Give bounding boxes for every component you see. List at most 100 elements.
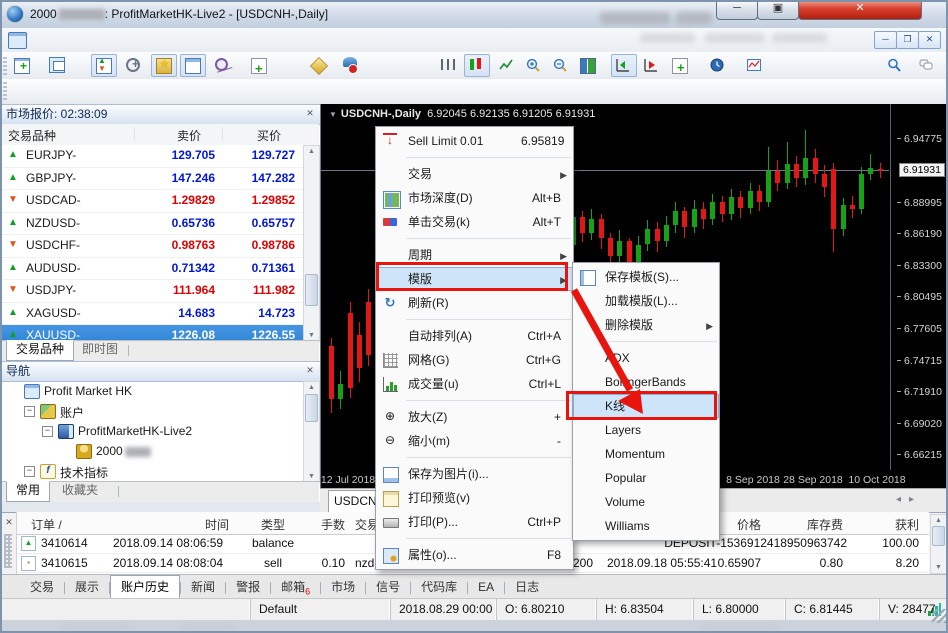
terminal-tab-警报[interactable]: 警报 — [226, 577, 270, 598]
data-window-button[interactable]: + — [121, 54, 147, 77]
ctx-自动排列-A-[interactable]: 自动排列(A)Ctrl+A — [376, 324, 573, 348]
chat-icon[interactable] — [914, 54, 940, 77]
nav-item-fx[interactable]: −f技术指标 — [0, 461, 303, 481]
terminal-tab-市场[interactable]: 市场 — [321, 577, 365, 598]
ctx-缩小-m-[interactable]: ⊖缩小(m)- — [376, 429, 573, 453]
chart-line-button[interactable] — [494, 54, 520, 77]
col-symbol[interactable]: 交易品种 — [8, 127, 56, 144]
tab-favorites[interactable]: 收藏夹 — [52, 482, 108, 501]
market-row-NZDUSD[interactable]: ▲NZDUSD-0.657360.65757 — [0, 213, 303, 236]
chart-bars-button[interactable] — [436, 54, 462, 77]
minimize-button[interactable]: ─ — [716, 0, 758, 20]
col-bid[interactable]: 卖价 — [177, 127, 201, 144]
ctx-刷新-R-[interactable]: ↻刷新(R) — [376, 291, 573, 315]
new-order-button[interactable]: + — [246, 54, 266, 77]
nav-item-group[interactable]: −账户 — [0, 401, 303, 421]
terminal-tab-日志[interactable]: 日志 — [505, 577, 549, 598]
expand-toggle[interactable]: − — [24, 406, 35, 417]
resize-grip[interactable] — [932, 609, 946, 623]
terminal-tab-代码库[interactable]: 代码库 — [411, 577, 467, 598]
ctx-放大-Z-[interactable]: ⊕放大(Z)+ — [376, 405, 573, 429]
tpl-K线[interactable]: K线 — [573, 394, 719, 418]
tpl-加载模版-L-[interactable]: 加载模版(L)... — [573, 289, 719, 313]
col-profit[interactable]: 获利 — [867, 516, 919, 533]
tpl-Layers[interactable]: Layers — [573, 418, 719, 442]
terminal-tab-邮箱[interactable]: 邮箱6 — [271, 577, 320, 598]
tpl-Volume[interactable]: Volume — [573, 490, 719, 514]
profiles-button[interactable] — [46, 54, 72, 77]
search-icon[interactable] — [882, 54, 908, 77]
ctx-打印-P-[interactable]: 打印(P)...Ctrl+P — [376, 510, 573, 534]
tpl-删除模版[interactable]: 删除模版▶ — [573, 313, 719, 337]
child-restore-button[interactable]: ❐ — [896, 31, 919, 49]
terminal-tab-EA[interactable]: EA — [468, 577, 504, 598]
strategy-tester-button[interactable]: ╱ — [210, 54, 236, 77]
market-row-XAUUSD[interactable]: ▲XAUUSD-1226.081226.55 — [0, 325, 303, 340]
tab-tick-chart[interactable]: 即时图 — [72, 341, 128, 360]
expand-toggle[interactable]: − — [24, 466, 35, 477]
toolbar-grip[interactable] — [3, 82, 7, 100]
terminal-close-icon[interactable]: ✕ — [3, 517, 15, 529]
col-time[interactable]: 时间 — [159, 516, 229, 533]
maximize-button[interactable]: ▣ — [757, 0, 799, 20]
market-watch-toggle[interactable]: ▲▼ — [91, 54, 117, 77]
terminal-toggle[interactable] — [180, 54, 206, 77]
market-watch-close-icon[interactable]: ✕ — [303, 107, 317, 121]
autotrading-button[interactable] — [338, 54, 360, 77]
tpl-BollingerBands[interactable]: BollingerBands — [573, 370, 719, 394]
ctx-打印预览-v-[interactable]: 打印预览(v) — [376, 486, 573, 510]
navigator-toggle[interactable]: ★ — [151, 54, 177, 77]
ctx-市场深度-D-[interactable]: 市场深度(D)Alt+B — [376, 186, 573, 210]
col-ask[interactable]: 买价 — [257, 127, 281, 144]
ctx-网格-G-[interactable]: 网格(G)Ctrl+G — [376, 348, 573, 372]
ctx-Sell-Limit-0-01[interactable]: ↓Sell Limit 0.016.95819 — [376, 129, 573, 153]
tpl-Momentum[interactable]: Momentum — [573, 442, 719, 466]
ctx-单击交易-k-[interactable]: 单击交易(k)Alt+T — [376, 210, 573, 234]
chart-shift-button[interactable] — [611, 54, 637, 77]
navigator-close-icon[interactable]: ✕ — [303, 364, 317, 378]
metaeditor-button[interactable] — [306, 54, 332, 77]
tpl-保存模板-S-[interactable]: 保存模板(S)... — [573, 265, 719, 289]
chart-tab-scroll-arrows[interactable]: ◂▸ — [896, 494, 922, 505]
market-row-USDCAD[interactable]: ▼USDCAD-1.298291.29852 — [0, 190, 303, 213]
close-button[interactable]: ✕ — [798, 0, 922, 20]
market-row-XAGUSD[interactable]: ▲XAGUSD-14.68314.723 — [0, 303, 303, 326]
tab-common[interactable]: 常用 — [6, 481, 50, 502]
terminal-scrollbar[interactable]: ▲▼ — [930, 514, 947, 574]
market-watch-scrollbar[interactable]: ▲▼ — [303, 145, 320, 342]
col-lots[interactable]: 手数 — [305, 516, 345, 533]
templates-button[interactable] — [742, 54, 768, 77]
nav-item-server[interactable]: −ProfitMarketHK-Live2 — [0, 421, 303, 441]
new-chart-button[interactable]: + — [9, 54, 35, 77]
market-row-USDCHF[interactable]: ▼USDCHF-0.987630.98786 — [0, 235, 303, 258]
terminal-tab-交易[interactable]: 交易 — [20, 577, 64, 598]
child-close-button[interactable]: ✕ — [918, 31, 941, 49]
ctx-交易[interactable]: 交易▶ — [376, 162, 573, 186]
ctx-属性-o-[interactable]: 属性(o)...F8 — [376, 543, 573, 567]
market-row-USDJPY[interactable]: ▼USDJPY-111.964111.982 — [0, 280, 303, 303]
chart-autoscroll-button[interactable] — [639, 54, 665, 77]
toolbar-grip[interactable] — [3, 56, 7, 75]
tpl-Popular[interactable]: Popular — [573, 466, 719, 490]
tab-symbols[interactable]: 交易品种 — [6, 340, 74, 361]
ctx-周期[interactable]: 周期▶ — [376, 243, 573, 267]
tpl-ADX[interactable]: ADX — [573, 346, 719, 370]
navigator-scrollbar[interactable]: ▲▼ — [303, 381, 320, 483]
market-row-GBPJPY[interactable]: ▲GBPJPY-147.246147.282 — [0, 168, 303, 191]
nav-root[interactable]: Profit Market HK — [0, 381, 303, 401]
ctx-保存为图片-i-[interactable]: 保存为图片(i)... — [376, 462, 573, 486]
col-swap[interactable]: 库存费 — [787, 516, 843, 533]
zoom-in-button[interactable] — [521, 54, 547, 77]
periods-button[interactable] — [705, 54, 731, 77]
ctx-模版[interactable]: 模版▶ — [376, 267, 573, 291]
market-row-AUDUSD[interactable]: ▲AUDUSD-0.713420.71361 — [0, 258, 303, 281]
nav-item-person[interactable]: 2000 — [0, 441, 303, 461]
terminal-tab-账户历史[interactable]: 账户历史 — [110, 575, 180, 600]
ctx-成交量-u-[interactable]: 成交量(u)Ctrl+L — [376, 372, 573, 396]
tpl-Williams[interactable]: Williams — [573, 514, 719, 538]
expand-toggle[interactable]: − — [42, 426, 53, 437]
terminal-tab-信号[interactable]: 信号 — [366, 577, 410, 598]
market-row-EURJPY[interactable]: ▲EURJPY-129.705129.727 — [0, 145, 303, 168]
chart-candles-button[interactable] — [464, 54, 490, 77]
child-minimize-button[interactable]: ─ — [874, 31, 897, 49]
